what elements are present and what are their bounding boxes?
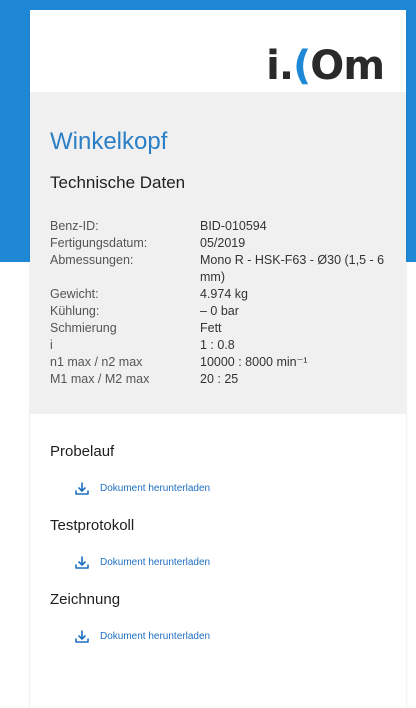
spec-value: BID-010594 (200, 219, 267, 233)
spec-label: Gewicht: (50, 287, 99, 301)
download-link-label[interactable]: Dokument herunterladen (100, 557, 210, 569)
document-title: Testprotokoll (50, 517, 135, 534)
spec-label: Fertigungsdatum: (50, 236, 148, 250)
download-link-label[interactable]: Dokument herunterladen (100, 631, 210, 643)
document-title: Probelauf (50, 443, 115, 460)
spec-value: 4.974 kg (200, 287, 248, 301)
download-link[interactable]: Dokument herunterladen (50, 480, 406, 498)
download-link-label[interactable]: Dokument herunterladen (100, 483, 210, 495)
brand-logo: i.(Om (266, 43, 385, 89)
download-icon (75, 556, 89, 569)
document-testprotokoll: Testprotokoll Dokument herunterladen (30, 516, 406, 572)
spec-label: Schmierung (50, 321, 117, 335)
download-icon (75, 630, 89, 643)
spec-label: Abmessungen: (50, 253, 134, 267)
spec-value: Fett (200, 321, 222, 335)
spec-value: – 0 bar (200, 304, 239, 318)
document-title: Zeichnung (50, 591, 121, 608)
spec-label: Kühlung: (50, 304, 100, 318)
spec-value: 1 : 0.8 (200, 338, 235, 352)
spec-value: 10000 : 8000 min⁻¹ (200, 355, 308, 369)
document-zeichnung: Zeichnung Dokument herunterladen (30, 590, 406, 646)
section-title: Technische Daten (50, 173, 186, 192)
spec-label: Benz-ID: (50, 219, 99, 233)
spec-label: i (50, 338, 53, 352)
spec-value: Mono R - HSK-F63 - Ø30 (1,5 - 6 mm) (200, 253, 385, 284)
product-card: i.(Om Winkelkopf Technische Daten Benz-I… (30, 10, 406, 708)
technical-data-panel: Winkelkopf Technische Daten Benz-ID: BID… (30, 92, 406, 414)
download-link[interactable]: Dokument herunterladen (50, 628, 406, 646)
download-link[interactable]: Dokument herunterladen (50, 554, 406, 572)
spec-label: M1 max / M2 max (50, 372, 150, 386)
spec-label: n1 max / n2 max (50, 355, 143, 369)
document-probelauf: Probelauf Dokument herunterladen (30, 442, 406, 498)
spec-value: 20 : 25 (200, 372, 239, 386)
header: i.(Om (30, 10, 406, 92)
product-title: Winkelkopf (50, 128, 168, 155)
spec-list: Benz-ID: BID-010594 Fertigungsdatum: 05/… (50, 218, 386, 388)
documents-section: Probelauf Dokument herunterladen Testpro… (30, 414, 406, 646)
download-icon (75, 482, 89, 495)
spec-value: 05/2019 (200, 236, 246, 250)
